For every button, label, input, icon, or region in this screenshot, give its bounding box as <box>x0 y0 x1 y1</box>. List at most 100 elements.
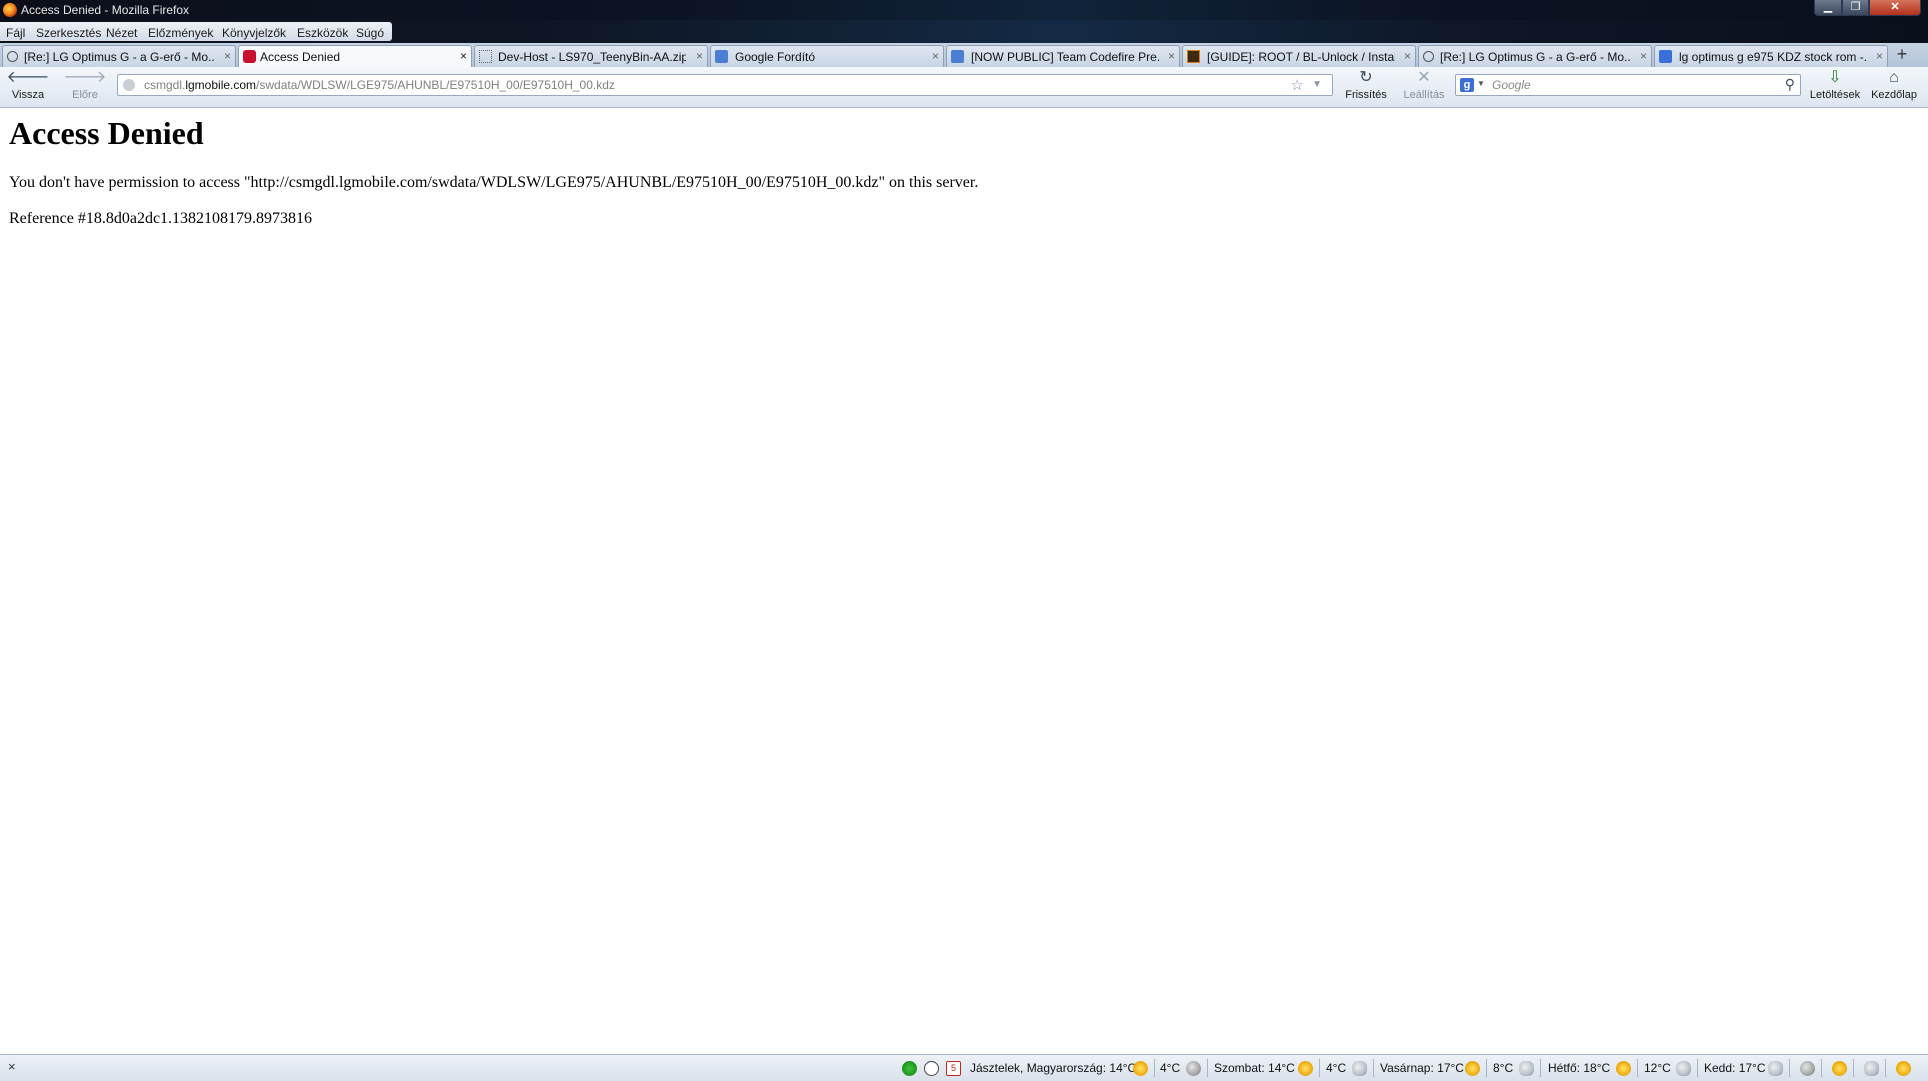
weather-tonight[interactable]: 4°C <box>1160 1061 1180 1075</box>
weather-sunday[interactable]: Vasárnap: 17°C <box>1380 1061 1464 1075</box>
forward-arrow-icon: 🡒 <box>63 69 107 86</box>
status-green-icon[interactable] <box>902 1061 917 1076</box>
back-button[interactable]: 🡐 Vissza <box>3 70 53 104</box>
tab-label: [GUIDE]: ROOT / BL-Unlock / Instal... <box>1207 50 1395 64</box>
tab-close-icon[interactable]: × <box>696 49 703 63</box>
menu-bar: Fájl Szerkesztés Nézet Előzmények Könyvj… <box>0 20 1928 43</box>
menu-tools[interactable]: Eszközök <box>297 26 348 40</box>
tab-label: [Re:] LG Optimus G - a G-erő - Mo... <box>1440 50 1630 64</box>
bookmark-star-icon[interactable]: ☆ <box>1291 76 1304 94</box>
menu-history[interactable]: Előzmények <box>148 26 213 40</box>
navigation-toolbar: 🡐 Vissza 🡒 Előre csmgdl.lgmobile.com/swd… <box>0 67 1928 108</box>
sun-icon <box>1616 1061 1631 1076</box>
page-content: Access Denied You don't have permission … <box>0 108 1928 1054</box>
history-dropdown-icon[interactable]: ▼ <box>1312 79 1322 90</box>
home-icon: ⌂ <box>1889 69 1899 86</box>
wind-icon[interactable] <box>1864 1061 1879 1076</box>
new-tab-button[interactable]: + <box>1892 45 1912 65</box>
tab-close-icon[interactable]: × <box>1876 49 1883 63</box>
downloads-label: Letöltések <box>1809 89 1861 101</box>
site-identity-icon[interactable] <box>123 79 135 91</box>
divider <box>1697 1059 1698 1077</box>
search-bar[interactable]: g ▼ Google ⚲ <box>1455 74 1801 96</box>
tab-close-icon[interactable]: × <box>1168 49 1175 63</box>
menu-file[interactable]: Fájl <box>6 26 25 40</box>
sun-icon[interactable] <box>1896 1061 1911 1076</box>
url-host: lgmobile.com <box>185 78 257 92</box>
tab-close-icon[interactable]: × <box>932 49 939 63</box>
engine-dropdown-icon[interactable]: ▼ <box>1477 79 1485 88</box>
page-title: Access Denied <box>9 115 204 151</box>
menu-bookmarks[interactable]: Könyvjelzők <box>222 26 286 40</box>
tab-optimus-g-1[interactable]: [Re:] LG Optimus G - a G-erő - Mo... × <box>2 45 236 67</box>
tab-guide-root[interactable]: [GUIDE]: ROOT / BL-Unlock / Instal... × <box>1182 45 1416 67</box>
translate-icon <box>951 50 964 63</box>
forum-icon <box>7 51 18 62</box>
search-magnifier-icon[interactable]: ⚲ <box>1785 76 1795 93</box>
window-title-bar: Access Denied - Mozilla Firefox ▁ ❐ ✕ <box>0 0 1928 20</box>
tab-close-icon[interactable]: × <box>1404 49 1411 63</box>
forward-button[interactable]: 🡒 Előre <box>60 70 110 104</box>
divider <box>1853 1059 1854 1077</box>
menu-view[interactable]: Nézet <box>106 26 137 40</box>
tab-close-icon[interactable]: × <box>460 49 467 63</box>
tab-google-translate[interactable]: Google Fordító × <box>710 45 944 67</box>
weather-tuesday[interactable]: Kedd: 17°C <box>1704 1061 1766 1075</box>
tab-kdz-stock-rom[interactable]: lg optimus g e975 KDZ stock rom -... × <box>1654 45 1888 67</box>
status-bar: × 5 Jásztelek, Magyarország: 14°C 4°C Sz… <box>0 1054 1928 1081</box>
globe-icon[interactable] <box>1800 1061 1815 1076</box>
cloud-icon <box>1519 1061 1534 1076</box>
weather-monday[interactable]: Hétfő: 18°C <box>1548 1061 1610 1075</box>
divider <box>1319 1059 1320 1077</box>
google-engine-icon[interactable]: g <box>1460 78 1474 92</box>
url-prefix: csmgdl. <box>144 78 186 92</box>
reload-button[interactable]: ↻ Frissítés <box>1340 70 1392 104</box>
address-bar[interactable]: csmgdl.lgmobile.com/swdata/WDLSW/LGE975/… <box>117 74 1333 96</box>
stop-label: Leállítás <box>1403 89 1445 101</box>
tab-dev-host[interactable]: Dev-Host - LS970_TeenyBin-AA.zip... × <box>474 45 708 67</box>
home-label: Kezdőlap <box>1871 89 1917 101</box>
weather-today[interactable]: Jásztelek, Magyarország: 14°C <box>970 1061 1136 1075</box>
maximize-button[interactable]: ❐ <box>1842 0 1869 16</box>
close-addon-bar-icon[interactable]: × <box>8 1059 16 1074</box>
calendar-icon[interactable]: 5 <box>946 1061 961 1076</box>
url-path: /swdata/WDLSW/LGE975/AHUNBL/E97510H_00/E… <box>256 78 615 92</box>
url-text[interactable]: csmgdl.lgmobile.com/swdata/WDLSW/LGE975/… <box>144 78 615 92</box>
tab-close-icon[interactable]: × <box>224 49 231 63</box>
tab-optimus-g-2[interactable]: [Re:] LG Optimus G - a G-erő - Mo... × <box>1418 45 1652 67</box>
divider <box>1637 1059 1638 1077</box>
close-window-button[interactable]: ✕ <box>1869 0 1921 16</box>
divider <box>1540 1059 1541 1077</box>
tab-label: [NOW PUBLIC] Team Codefire Pre... <box>971 50 1159 64</box>
menu-strip: Fájl Szerkesztés Nézet Előzmények Könyvj… <box>0 22 392 41</box>
divider <box>1154 1059 1155 1077</box>
tab-close-icon[interactable]: × <box>1640 49 1647 63</box>
divider <box>1207 1059 1208 1077</box>
weather-sunday-night[interactable]: 8°C <box>1493 1061 1513 1075</box>
stop-button[interactable]: ✕ Leállítás <box>1398 70 1450 104</box>
divider <box>1821 1059 1822 1077</box>
weather-monday-night[interactable]: 12°C <box>1644 1061 1671 1075</box>
reference-number: Reference #18.8d0a2dc1.1382108179.897381… <box>9 210 313 227</box>
tab-codefire[interactable]: [NOW PUBLIC] Team Codefire Pre... × <box>946 45 1180 67</box>
back-label: Vissza <box>11 89 45 101</box>
menu-edit[interactable]: Szerkesztés <box>36 26 101 40</box>
search-input[interactable]: Google <box>1492 78 1531 92</box>
stop-icon: ✕ <box>1417 69 1431 86</box>
home-button[interactable]: ⌂ Kezdőlap <box>1866 70 1922 104</box>
downloads-button[interactable]: ⇩ Letöltések <box>1805 70 1865 104</box>
sun-icon[interactable] <box>1832 1061 1847 1076</box>
wind-icon <box>1768 1061 1783 1076</box>
reload-icon: ↻ <box>1359 69 1373 86</box>
tab-label: Dev-Host - LS970_TeenyBin-AA.zip... <box>498 50 686 64</box>
menu-help[interactable]: Súgó <box>356 26 384 40</box>
firefox-logo-icon <box>3 3 17 17</box>
clock-icon[interactable] <box>924 1061 939 1076</box>
minimize-button[interactable]: ▁ <box>1814 0 1842 16</box>
translate-icon <box>715 50 728 63</box>
weather-saturday[interactable]: Szombat: 14°C <box>1214 1061 1295 1075</box>
weather-saturday-night[interactable]: 4°C <box>1326 1061 1346 1075</box>
tab-label: Google Fordító <box>735 50 816 64</box>
tab-access-denied[interactable]: Access Denied × <box>238 45 472 68</box>
divider <box>1885 1059 1886 1077</box>
